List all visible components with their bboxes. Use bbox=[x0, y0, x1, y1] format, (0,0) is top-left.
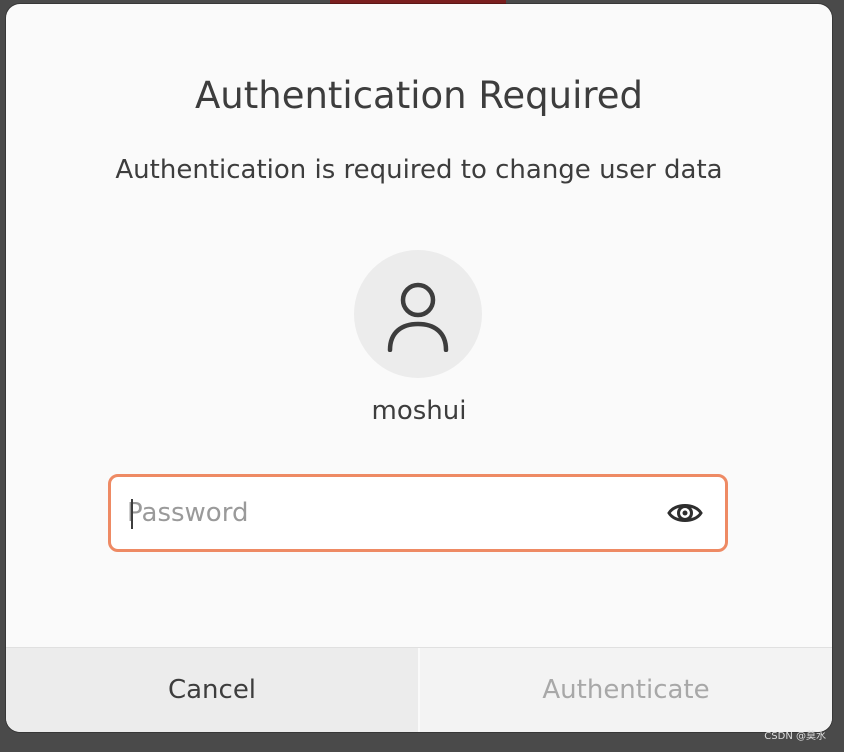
password-field[interactable] bbox=[108, 474, 728, 552]
eye-icon[interactable] bbox=[667, 499, 703, 527]
username-label: moshui bbox=[371, 396, 467, 426]
dialog-message: Authentication is required to change use… bbox=[115, 155, 723, 185]
password-input[interactable] bbox=[127, 477, 657, 549]
avatar bbox=[354, 250, 482, 378]
cancel-button[interactable]: Cancel bbox=[6, 648, 420, 732]
user-icon bbox=[387, 282, 449, 352]
dialog-button-bar: Cancel Authenticate bbox=[6, 647, 832, 732]
dialog-title: Authentication Required bbox=[194, 74, 644, 117]
authenticate-button[interactable]: Authenticate bbox=[420, 648, 832, 732]
text-caret bbox=[131, 499, 133, 529]
watermark: CSDN @莫水 bbox=[764, 731, 826, 742]
authentication-dialog: Authentication Required Authentication i… bbox=[6, 4, 832, 732]
